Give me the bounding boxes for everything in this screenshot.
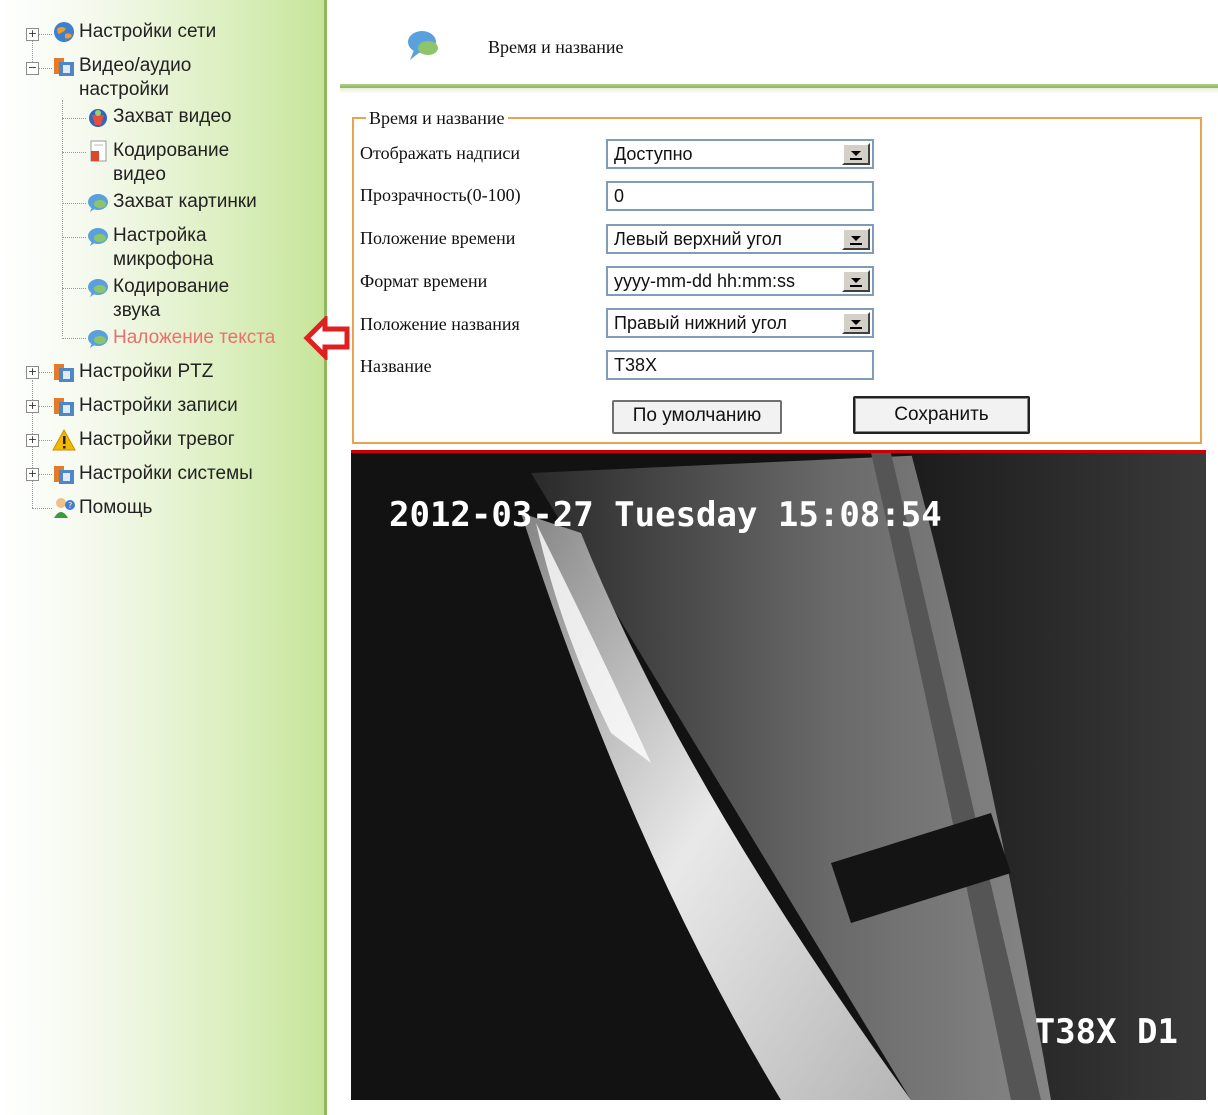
sidebar-item-record[interactable]: Настройки записи xyxy=(52,394,238,418)
bubble-icon xyxy=(88,228,108,246)
camera-folder-icon xyxy=(54,58,74,76)
sidebar-item-label: Настройки тревог xyxy=(79,429,235,450)
show-text-select[interactable]: Доступно xyxy=(606,139,874,169)
camera-folder-icon xyxy=(54,398,74,416)
bubble-icon xyxy=(88,194,108,212)
time-position-value: Левый верхний угол xyxy=(614,229,782,249)
default-button[interactable]: По умолчанию xyxy=(612,400,782,434)
sidebar: + − + + + + Настройки сети Видео/аудио н… xyxy=(0,0,324,1115)
chevron-down-icon[interactable] xyxy=(842,312,870,334)
time-position-select[interactable]: Левый верхний угол xyxy=(606,224,874,254)
sidebar-item-label: Настройки PTZ xyxy=(79,361,214,382)
sidebar-item-label: Кодирование видео xyxy=(113,140,230,185)
sidebar-item-label: Настройки записи xyxy=(79,395,238,416)
sidebar-item-label: Настройки сети xyxy=(79,21,217,42)
sidebar-item-help[interactable]: ? Помощь xyxy=(52,496,152,520)
name-input[interactable]: T38X xyxy=(606,350,874,380)
bubble-icon xyxy=(88,330,108,348)
time-format-label: Формат времени xyxy=(360,271,488,291)
time-format-select[interactable]: yyyy-mm-dd hh:mm:ss xyxy=(606,266,874,296)
expand-system-icon[interactable]: + xyxy=(26,468,39,481)
sidebar-item-alarms[interactable]: Настройки тревог xyxy=(52,428,235,452)
name-value: T38X xyxy=(614,355,658,375)
svg-text:?: ? xyxy=(68,501,72,510)
show-text-value: Доступно xyxy=(614,144,693,164)
transparency-value: 0 xyxy=(614,186,625,206)
fieldset-legend: Время и название xyxy=(366,108,508,129)
transparency-input[interactable]: 0 xyxy=(606,181,874,211)
collapse-video-audio-icon[interactable]: − xyxy=(26,62,39,75)
sidebar-item-label: Настройка микрофона xyxy=(113,225,214,270)
name-position-select[interactable]: Правый нижний угол xyxy=(606,308,874,338)
sidebar-item-label: Кодирование звука xyxy=(113,276,230,321)
time-position-label: Положение времени xyxy=(360,228,516,248)
page-title: Время и название xyxy=(488,37,624,57)
video-preview: 2012-03-27 Tuesday 15:08:54 T38X D1 xyxy=(351,450,1206,1100)
camera-folder-icon xyxy=(54,364,74,382)
sidebar-item-label: Захват картинки xyxy=(113,191,257,212)
sidebar-item-network[interactable]: Настройки сети xyxy=(52,20,216,44)
sidebar-item-label: Видео/аудио настройки xyxy=(79,55,192,100)
header-divider-shadow xyxy=(340,88,1218,94)
expand-ptz-icon[interactable]: + xyxy=(26,366,39,379)
name-position-value: Правый нижний угол xyxy=(614,313,787,333)
sidebar-item-label: Захват видео xyxy=(113,106,232,127)
warning-icon xyxy=(52,428,76,451)
expand-record-icon[interactable]: + xyxy=(26,400,39,413)
osd-camera-name: T38X D1 xyxy=(1034,1012,1178,1052)
chevron-down-icon[interactable] xyxy=(842,143,870,165)
time-name-fieldset: Время и название Отображать надписи Дост… xyxy=(352,108,1202,444)
sidebar-item-capture-picture[interactable]: Захват картинки xyxy=(86,190,257,214)
sidebar-item-label: Наложение текста xyxy=(113,327,276,348)
osd-timestamp: 2012-03-27 Tuesday 15:08:54 xyxy=(389,495,942,535)
sidebar-divider xyxy=(324,0,327,1115)
help-person-icon: ? xyxy=(54,498,75,518)
name-position-label: Положение названия xyxy=(360,314,520,334)
camera-folder-icon xyxy=(54,466,74,484)
capture-icon xyxy=(89,109,107,127)
settings-tree: + − + + + + Настройки сети Видео/аудио н… xyxy=(0,0,324,1115)
sidebar-item-microphone[interactable]: Настройка микрофона xyxy=(86,224,213,272)
transparency-label: Прозрачность(0-100) xyxy=(360,185,521,205)
bubble-icon xyxy=(408,31,438,60)
sidebar-item-capture-video[interactable]: Захват видео xyxy=(86,105,231,129)
camera-frame xyxy=(351,453,1206,1100)
page-header: Время и название xyxy=(340,0,1218,95)
expand-alarm-icon[interactable]: + xyxy=(26,434,39,447)
sidebar-item-label: Настройки системы xyxy=(79,463,253,484)
bubble-icon xyxy=(88,279,108,297)
sidebar-item-ptz[interactable]: Настройки PTZ xyxy=(52,360,213,384)
time-format-value: yyyy-mm-dd hh:mm:ss xyxy=(614,271,796,291)
chevron-down-icon[interactable] xyxy=(842,270,870,292)
pointer-arrow-icon xyxy=(303,316,350,360)
chevron-down-icon[interactable] xyxy=(842,228,870,250)
save-button[interactable]: Сохранить xyxy=(853,396,1030,434)
encoding-icon xyxy=(90,140,107,162)
sidebar-item-video-audio[interactable]: Видео/аудио настройки xyxy=(52,54,191,102)
sidebar-item-label: Помощь xyxy=(79,497,153,518)
sidebar-item-system[interactable]: Настройки системы xyxy=(52,462,253,486)
sidebar-item-text-overlay[interactable]: Наложение текста xyxy=(86,326,275,350)
sidebar-item-audio-encoding[interactable]: Кодирование звука xyxy=(86,275,229,323)
name-label: Название xyxy=(360,356,432,376)
expand-network-icon[interactable]: + xyxy=(26,28,39,41)
globe-icon xyxy=(54,22,74,42)
show-text-label: Отображать надписи xyxy=(360,143,520,163)
sidebar-item-video-encoding[interactable]: Кодирование видео xyxy=(86,139,229,187)
